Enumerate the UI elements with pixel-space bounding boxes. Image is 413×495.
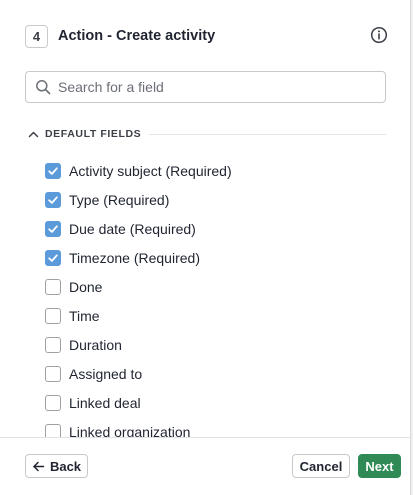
check-icon	[48, 253, 58, 262]
field-item[interactable]: Activity subject (Required)	[45, 156, 385, 185]
search-input[interactable]	[58, 79, 358, 95]
field-checkbox[interactable]	[45, 220, 61, 237]
field-label: Done	[69, 278, 103, 295]
panel-title: Action - Create activity	[58, 28, 216, 44]
field-label: Type (Required)	[69, 191, 170, 208]
field-label: Linked deal	[69, 394, 141, 411]
field-item[interactable]: Due date (Required)	[45, 214, 385, 243]
field-checkbox[interactable]	[45, 249, 61, 266]
action-panel: 4 Action - Create activity DEFAULT FIELD…	[0, 0, 411, 495]
field-item[interactable]: Done	[45, 272, 385, 301]
field-checkbox[interactable]	[45, 162, 61, 179]
check-icon	[48, 166, 58, 175]
field-search-box[interactable]	[25, 71, 386, 103]
field-list: Activity subject (Required) Type (Requir…	[45, 156, 385, 446]
section-divider	[149, 133, 386, 135]
field-label: Activity subject (Required)	[69, 162, 232, 179]
step-number-badge: 4	[25, 24, 48, 48]
back-button[interactable]: Back	[25, 454, 88, 478]
field-item[interactable]: Linked deal	[45, 388, 385, 417]
field-checkbox[interactable]	[45, 365, 61, 382]
field-label: Timezone (Required)	[69, 249, 200, 266]
field-checkbox[interactable]	[45, 336, 61, 353]
field-item[interactable]: Assigned to	[45, 359, 385, 388]
check-icon	[48, 195, 58, 204]
field-checkbox[interactable]	[45, 278, 61, 295]
check-icon	[48, 224, 58, 233]
search-icon	[36, 80, 51, 95]
panel-header: 4 Action - Create activity	[25, 23, 390, 49]
field-label: Due date (Required)	[69, 220, 196, 237]
field-checkbox[interactable]	[45, 394, 61, 411]
back-button-label: Back	[49, 458, 82, 474]
section-label: DEFAULT FIELDS	[45, 128, 142, 140]
cancel-button[interactable]: Cancel	[292, 454, 350, 478]
field-label: Assigned to	[69, 365, 143, 382]
next-button[interactable]: Next	[358, 454, 401, 478]
field-item[interactable]: Timezone (Required)	[45, 243, 385, 272]
info-icon[interactable]	[370, 26, 388, 44]
field-item[interactable]: Type (Required)	[45, 185, 385, 214]
field-item[interactable]: Time	[45, 301, 385, 330]
arrow-left-icon	[33, 461, 45, 471]
default-fields-section-toggle[interactable]: DEFAULT FIELDS	[28, 126, 386, 142]
field-item[interactable]: Duration	[45, 330, 385, 359]
field-label: Time	[69, 307, 100, 324]
field-checkbox[interactable]	[45, 307, 61, 324]
panel-footer: Back Cancel Next	[0, 437, 410, 495]
field-checkbox[interactable]	[45, 191, 61, 208]
chevron-up-icon	[28, 131, 39, 137]
field-label: Duration	[69, 336, 122, 353]
